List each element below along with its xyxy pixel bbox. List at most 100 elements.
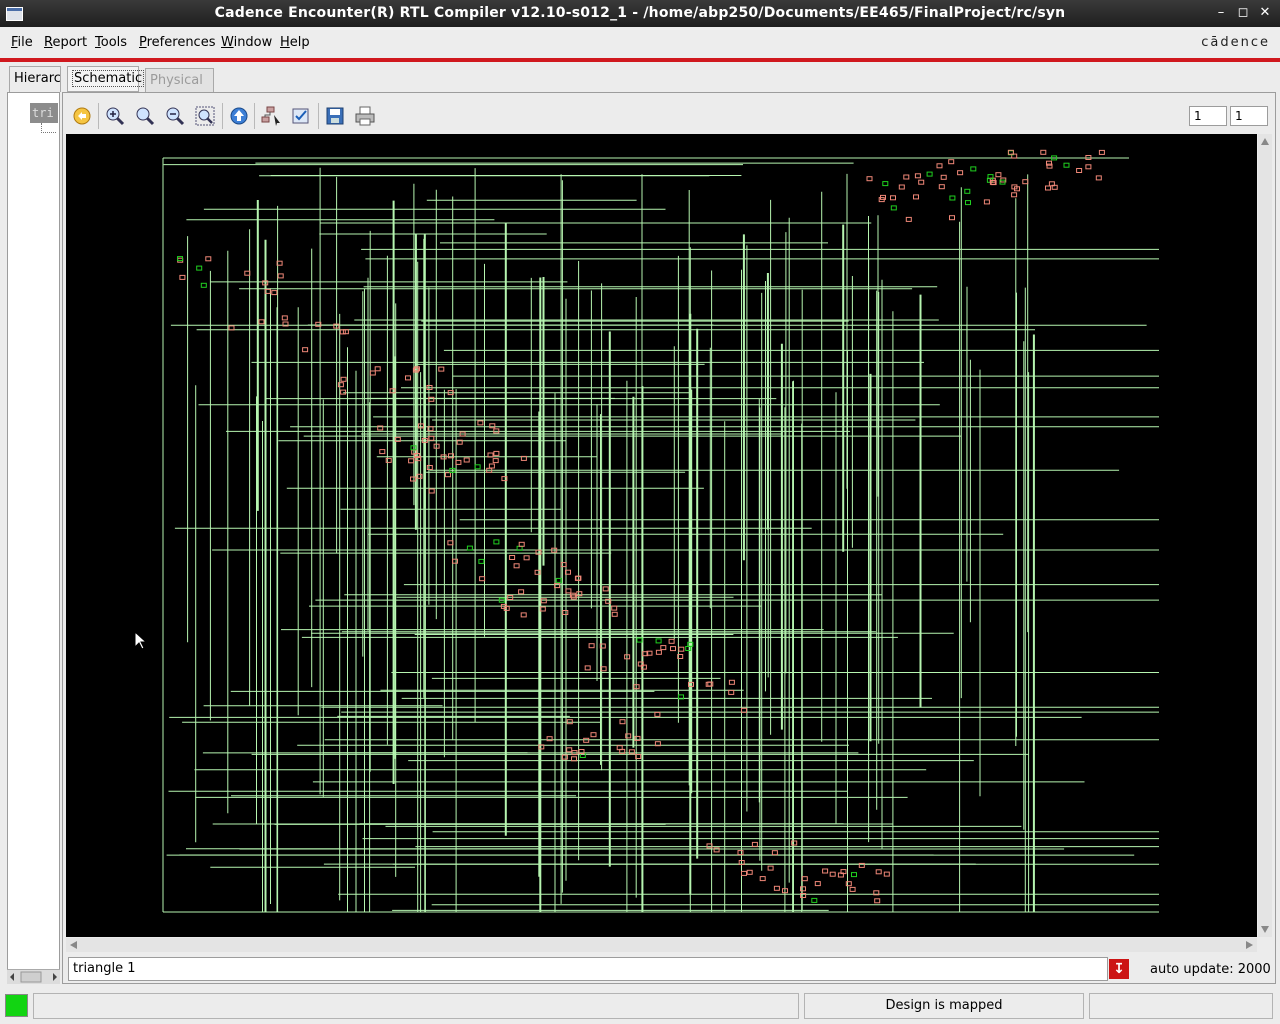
menu-window[interactable]: Window (221, 35, 272, 50)
schematic-cell (1045, 185, 1051, 191)
schematic-cell (737, 850, 744, 856)
selection-field[interactable]: triangle 1 (68, 957, 1108, 981)
schematic-cell (1040, 149, 1047, 155)
schematic-cell (913, 194, 919, 200)
schematic-vscrollbar[interactable] (1258, 134, 1272, 937)
schematic-cell (914, 173, 921, 179)
zoom-out-icon[interactable] (164, 105, 186, 127)
schematic-cell (584, 665, 591, 671)
schematic-cell (566, 719, 573, 725)
schematic-cell (302, 347, 309, 353)
close-icon[interactable]: ✕ (1257, 5, 1273, 21)
print-icon[interactable] (354, 105, 376, 127)
schematic-cell (277, 273, 284, 279)
tree-connector (41, 123, 56, 133)
up-level-icon[interactable] (228, 105, 250, 127)
schematic-cell (428, 435, 435, 441)
schematic-cell (426, 465, 433, 470)
schematic-cell (611, 605, 618, 611)
schematic-cell (520, 612, 527, 618)
cadence-logo: cādence (1201, 35, 1270, 50)
page-current-field[interactable]: 1 (1189, 106, 1227, 126)
schematic-cell (940, 174, 947, 180)
schematic-cell (1076, 168, 1083, 173)
vscroll-arrows (1261, 138, 1269, 933)
menu-preferences[interactable]: Preferences (139, 35, 215, 50)
schematic-cell (851, 872, 857, 878)
schematic-cell (866, 176, 873, 182)
tab-schematic[interactable]: Schematic (67, 66, 145, 92)
schematic-cell (728, 679, 735, 685)
zoom-in-icon[interactable] (104, 105, 126, 127)
status-section-3 (1089, 993, 1273, 1019)
schematic-cell (561, 754, 568, 760)
schematic-cell (741, 870, 747, 876)
schematic-cell (822, 868, 829, 874)
back-icon[interactable] (71, 105, 93, 127)
schematic-cell (957, 170, 964, 176)
schematic-cell (447, 540, 454, 546)
schematic-cell (513, 563, 520, 569)
menu-help[interactable]: Help (280, 35, 310, 50)
page-total-field[interactable]: 1 (1230, 106, 1268, 126)
auto-update-download-icon[interactable]: ↧ (1109, 959, 1129, 979)
schematic-cell (619, 719, 626, 725)
schematic-cell (463, 457, 470, 463)
menu-report[interactable]: Report (44, 35, 87, 50)
menu-bar: File Report Tools Preferences Window Hel… (0, 27, 1280, 58)
schematic-cell (811, 897, 818, 903)
schematic-hscrollbar[interactable] (66, 938, 1257, 952)
schematic-cell (540, 598, 547, 604)
schematic-cell (379, 449, 386, 455)
schematic-cell (492, 458, 499, 464)
schematic-cell (488, 463, 495, 469)
schematic-cell (337, 382, 344, 388)
schematic-cell (588, 643, 595, 649)
tab-physical[interactable]: Physical (145, 68, 214, 94)
schematic-cell (405, 375, 411, 381)
menu-tools[interactable]: Tools (95, 35, 127, 50)
auto-update-label: auto update: 2000 (1150, 962, 1271, 977)
schematic-cell (445, 472, 451, 478)
schematic-cell (918, 179, 925, 185)
save-icon[interactable] (324, 105, 346, 127)
schematic-cell (655, 638, 662, 644)
schematic-wires (162, 157, 1159, 913)
hierarchy-hscrollbar[interactable] (7, 969, 60, 984)
schematic-cell (493, 450, 500, 456)
schematic-cell (670, 646, 676, 652)
schematic-cell (949, 215, 955, 221)
schematic-cell (455, 459, 462, 465)
schematic-canvas[interactable] (66, 134, 1257, 937)
maximize-icon[interactable]: ◻ (1235, 5, 1251, 21)
schematic-cell (728, 689, 735, 695)
hierarchy-select-icon[interactable] (260, 105, 282, 127)
tab-schematic-label: Schematic (72, 70, 145, 87)
schematic-cell (518, 589, 525, 595)
schematic-cell (599, 643, 606, 649)
select-icon[interactable] (290, 105, 312, 127)
minimize-icon[interactable]: – (1213, 5, 1229, 21)
schematic-cell (890, 205, 897, 211)
schematic-cell (200, 282, 207, 288)
schematic-cell (898, 184, 905, 190)
schematic-cell (428, 488, 435, 494)
zoom-fit-icon[interactable] (194, 105, 216, 127)
schematic-cell (678, 646, 685, 652)
status-indicator (5, 994, 28, 1017)
schematic-cell (196, 265, 203, 271)
schematic-cell (751, 841, 758, 847)
menu-file[interactable]: File (11, 35, 33, 50)
toolbar-separator (222, 103, 223, 129)
accent-line (0, 58, 1280, 62)
zoom-icon[interactable] (134, 105, 156, 127)
schematic-cell (566, 747, 573, 753)
tree-node-root[interactable]: tri (30, 103, 58, 123)
schematic-cell (1098, 149, 1105, 155)
schematic-cell (926, 171, 933, 177)
schematic-cell (1095, 175, 1102, 181)
mouse-cursor-icon (134, 631, 148, 650)
tab-hierarchy[interactable]: Hierarchy (9, 66, 61, 92)
schematic-cell (948, 159, 955, 165)
schematic-cell (767, 865, 774, 871)
